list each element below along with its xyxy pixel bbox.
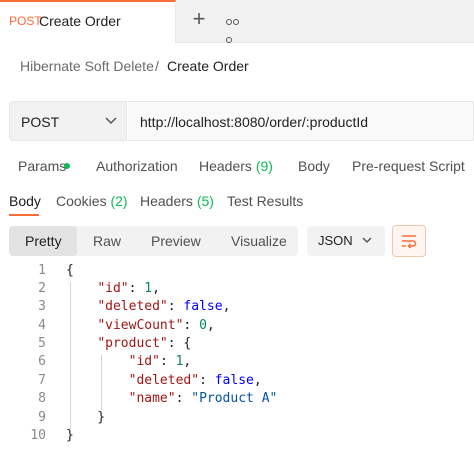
- code-line: }: [66, 410, 106, 425]
- tab-method: POST: [9, 14, 42, 28]
- response-tab-cookies[interactable]: Cookies (2): [56, 193, 128, 209]
- brace: {: [66, 263, 74, 278]
- json-key: "deleted": [128, 373, 200, 388]
- json-value: 1: [144, 281, 153, 296]
- view-preview[interactable]: Preview: [151, 233, 201, 249]
- breadcrumb-parent[interactable]: Hibernate Soft Delete: [20, 58, 154, 74]
- active-tab-underline: [9, 214, 39, 216]
- method-label: POST: [21, 114, 60, 130]
- tab-headers-count: (9): [255, 158, 273, 174]
- url-text: http://localhost:8080/order/:productId: [140, 114, 369, 130]
- tab-authorization[interactable]: Authorization: [96, 158, 178, 174]
- code-line: "deleted": false,: [97, 299, 231, 314]
- view-raw[interactable]: Raw: [93, 233, 121, 249]
- plus-icon[interactable]: +: [188, 8, 210, 30]
- response-tab-headers[interactable]: Headers (5): [140, 193, 214, 209]
- json-key: "product": [97, 336, 168, 351]
- code-line: "name": "Product A": [128, 391, 278, 406]
- json-key: "viewCount": [97, 318, 184, 333]
- chevron-down-icon: [362, 237, 372, 244]
- code-line: "id": 1,: [128, 354, 192, 369]
- code-line: "viewCount": 0,: [97, 318, 215, 333]
- tab-body[interactable]: Body: [298, 158, 330, 174]
- line-number: 7: [38, 373, 46, 388]
- params-status-dot: [64, 163, 70, 169]
- line-number: 6: [38, 354, 46, 369]
- code-line: {: [66, 263, 74, 278]
- json-value: false: [214, 373, 254, 388]
- breadcrumb-current: Create Order: [167, 58, 249, 74]
- json-key: "id": [128, 354, 160, 369]
- tab-pre-request-script[interactable]: Pre-request Script: [352, 158, 465, 174]
- tab-title: Create Order: [39, 13, 121, 29]
- line-number: 5: [38, 336, 46, 351]
- format-label: JSON: [318, 233, 353, 248]
- line-number: 10: [30, 428, 46, 443]
- code-line: "product": {: [97, 336, 192, 351]
- tab-headers[interactable]: Headers (9): [199, 158, 273, 174]
- cookies-label: Cookies: [56, 193, 107, 209]
- json-value: 1: [175, 354, 184, 369]
- json-value: false: [183, 299, 223, 314]
- line-number: 8: [38, 391, 46, 406]
- line-number: 2: [38, 281, 46, 296]
- wrap-lines-icon: [402, 235, 417, 249]
- json-key: "name": [128, 391, 176, 406]
- json-key: "deleted": [97, 299, 168, 314]
- line-number: 1: [38, 263, 46, 278]
- response-tab-test-results[interactable]: Test Results: [227, 193, 303, 209]
- line-number: 4: [38, 318, 46, 333]
- tab-params[interactable]: Params: [18, 158, 66, 174]
- json-key: "id": [97, 281, 129, 296]
- json-value: "Product A": [191, 391, 278, 406]
- tab-headers-label: Headers: [199, 158, 252, 174]
- response-tab-body[interactable]: Body: [9, 193, 41, 209]
- json-value: 0: [199, 318, 207, 333]
- line-number: 9: [38, 410, 46, 425]
- breadcrumb-separator: /: [155, 58, 159, 74]
- response-headers-count: (5): [196, 193, 214, 209]
- code-line: "deleted": false,: [128, 373, 262, 388]
- code-line: }: [66, 428, 74, 443]
- chevron-down-icon: [105, 117, 117, 125]
- cookies-count: (2): [110, 193, 128, 209]
- view-visualize[interactable]: Visualize: [231, 233, 287, 249]
- code-line: "id": 1,: [97, 281, 160, 296]
- more-icon[interactable]: [226, 12, 246, 43]
- line-number: 3: [38, 299, 46, 314]
- response-headers-label: Headers: [140, 193, 193, 209]
- view-pretty[interactable]: Pretty: [25, 233, 62, 249]
- brace: }: [66, 428, 74, 443]
